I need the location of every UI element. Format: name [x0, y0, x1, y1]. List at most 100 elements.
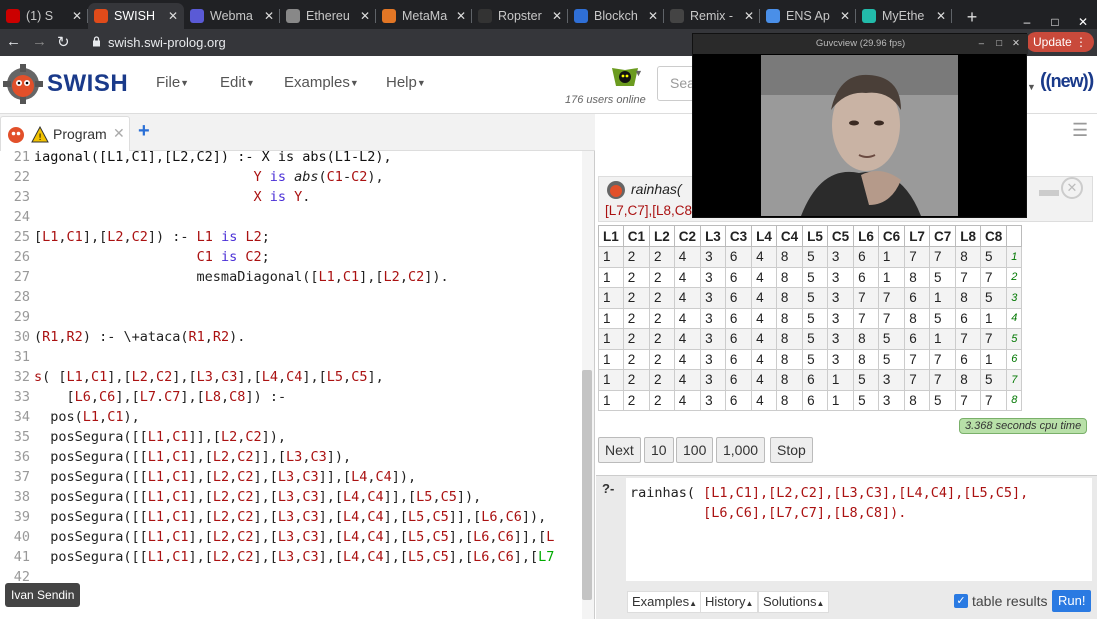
close-result-icon[interactable]: ✕ — [1061, 177, 1083, 199]
next-1000-button[interactable]: 1,000 — [716, 437, 766, 463]
minimize-button[interactable]: – — [1013, 15, 1041, 29]
browser-tab[interactable]: Remix - ✕ — [664, 3, 760, 29]
next-10-button[interactable]: 10 — [644, 437, 674, 463]
history-dropdown[interactable]: History▲ — [700, 591, 759, 613]
code-line: 25 [L1,C1],[L2,C2]) :- L1 is L2; — [0, 227, 580, 247]
run-button[interactable]: Run! — [1052, 590, 1092, 612]
browser-tab[interactable]: Ropster ✕ — [472, 3, 568, 29]
column-header: L4 — [751, 225, 777, 247]
browser-tab[interactable]: Blockch ✕ — [568, 3, 664, 29]
code-text: [L6,C6],[L7.C7],[L8,C8]) :- — [34, 389, 287, 405]
examples-dropdown-label: Examples — [632, 594, 690, 609]
menu-help[interactable]: Help▼ — [386, 74, 426, 91]
table-cell: 7 — [979, 389, 1008, 411]
cpu-time-badge: 3.368 seconds cpu time — [959, 418, 1088, 434]
code-text: X is Y. — [253, 189, 311, 205]
line-number: 26 — [13, 249, 30, 265]
close-tab-icon[interactable]: ✕ — [936, 9, 946, 23]
reload-icon[interactable]: ↻ — [57, 33, 70, 51]
code-line: 37 posSegura([[L1,C1],[L2,C2],[L3,C3]],[… — [0, 467, 580, 487]
table-cell: 6 — [955, 348, 981, 370]
menu-file[interactable]: File▼ — [156, 74, 189, 91]
video-minimize-icon[interactable]: – — [979, 34, 984, 54]
header-caret-icon[interactable]: ▼ — [1027, 82, 1036, 92]
forward-icon[interactable]: → — [32, 33, 47, 50]
svg-text:!: ! — [38, 133, 42, 143]
table-cell: 1 — [979, 348, 1008, 370]
video-maximize-icon[interactable]: □ — [996, 34, 1002, 54]
browser-tab[interactable]: Webma ✕ — [184, 3, 280, 29]
line-number: 32 — [13, 369, 30, 385]
column-header: C4 — [775, 225, 804, 247]
column-header-index — [1006, 225, 1023, 247]
table-cell: 4 — [673, 389, 702, 411]
webcam-video-window[interactable]: Guvcview (29.96 fps) – □ ✕ — [692, 33, 1028, 218]
new-badge[interactable]: ((new)) — [1040, 70, 1094, 93]
close-tab-icon[interactable]: ✕ — [360, 9, 370, 23]
table-cell: 4 — [751, 369, 777, 391]
back-icon[interactable]: ← — [6, 33, 21, 50]
line-number: 31 — [13, 349, 30, 365]
code-text: posSegura([[L1,C1],[L2,C2],[L3,C3],[L4,C… — [34, 529, 555, 545]
url-field[interactable]: swish.swi-prolog.org — [108, 35, 226, 50]
user-name-label: Ivan Sendin — [11, 588, 75, 602]
program-editor-pane: ! Program ✕ + 21 iagonal([L1,C1],[L2,C2])… — [0, 114, 595, 619]
table-cell: 6 — [955, 307, 981, 329]
next-button[interactable]: Next — [598, 437, 641, 463]
close-tab-icon[interactable]: ✕ — [72, 9, 82, 23]
tab-program[interactable]: ! Program ✕ — [0, 116, 130, 151]
close-tab-icon[interactable]: ✕ — [648, 9, 658, 23]
update-button[interactable]: Update ⋮ — [1026, 32, 1095, 52]
swish-logo-icon[interactable] — [3, 64, 43, 104]
table-cell: 3 — [700, 348, 726, 370]
editor-scrollbar-thumb[interactable] — [582, 370, 592, 600]
table-cell: 7 — [904, 348, 930, 370]
examples-dropdown[interactable]: Examples▲ — [627, 591, 702, 613]
browser-tab[interactable]: SWISH ✕ — [88, 3, 184, 29]
table-cell: 5 — [802, 348, 828, 370]
collapse-result-icon[interactable]: ▬ — [1039, 179, 1059, 202]
menu-examples[interactable]: Examples▼ — [284, 74, 359, 91]
browser-tab-title: (1) S — [26, 9, 54, 23]
table-results-checkbox[interactable]: ✓ — [954, 594, 968, 608]
line-number: 39 — [13, 509, 30, 525]
code-text: posSegura([[L1,C1],[L2,C2]],[L3,C3]), — [34, 449, 352, 465]
column-header: C8 — [979, 225, 1008, 247]
hamburger-icon[interactable]: ☰ — [1072, 120, 1088, 141]
close-tab-icon[interactable]: ✕ — [264, 9, 274, 23]
table-cell: 3 — [700, 266, 726, 288]
browser-tab-title: ENS Ap — [786, 9, 830, 23]
browser-tab[interactable]: ENS Ap ✕ — [760, 3, 856, 29]
close-tab-icon[interactable]: ✕ — [456, 9, 466, 23]
close-tab-icon[interactable]: ✕ — [840, 9, 850, 23]
table-cell: 6 — [904, 328, 930, 350]
avatar-caret-icon[interactable]: ▼ — [634, 68, 643, 78]
close-tab-icon[interactable]: ✕ — [113, 125, 125, 142]
close-tab-icon[interactable]: ✕ — [744, 9, 754, 23]
close-tab-icon[interactable]: ✕ — [552, 9, 562, 23]
browser-tab[interactable]: MyEthe ✕ — [856, 3, 952, 29]
solutions-dropdown[interactable]: Solutions▲ — [758, 591, 830, 613]
browser-tab[interactable]: (1) S ✕ — [0, 3, 88, 29]
close-window-button[interactable]: ✕ — [1069, 15, 1097, 29]
browser-tab[interactable]: Ethereu ✕ — [280, 3, 376, 29]
code-line: 36 posSegura([[L1,C1],[L2,C2]],[L3,C3]), — [0, 447, 580, 467]
table-cell: 1 — [598, 246, 624, 268]
close-tab-icon[interactable]: ✕ — [168, 9, 178, 23]
stop-button[interactable]: Stop — [770, 437, 813, 463]
new-tab-button[interactable]: + — [958, 5, 986, 29]
code-editor[interactable]: 21 iagonal([L1,C1],[L2,C2]) :- X is abs(L… — [0, 151, 580, 611]
table-cell: 7 — [979, 266, 1008, 288]
line-number: 29 — [13, 309, 30, 325]
table-cell: 8 — [775, 287, 804, 309]
browser-tab[interactable]: MetaMa ✕ — [376, 3, 472, 29]
video-close-icon[interactable]: ✕ — [1012, 34, 1020, 54]
maximize-button[interactable]: □ — [1041, 15, 1069, 29]
add-tab-button[interactable]: + — [138, 120, 150, 143]
menu-edit[interactable]: Edit▼ — [220, 74, 255, 91]
search-input[interactable]: Sea — [657, 66, 697, 101]
next-100-button[interactable]: 100 — [676, 437, 714, 463]
tab-program-label: Program — [53, 126, 107, 142]
table-cell: 2 — [622, 369, 651, 391]
line-number: 37 — [13, 469, 30, 485]
